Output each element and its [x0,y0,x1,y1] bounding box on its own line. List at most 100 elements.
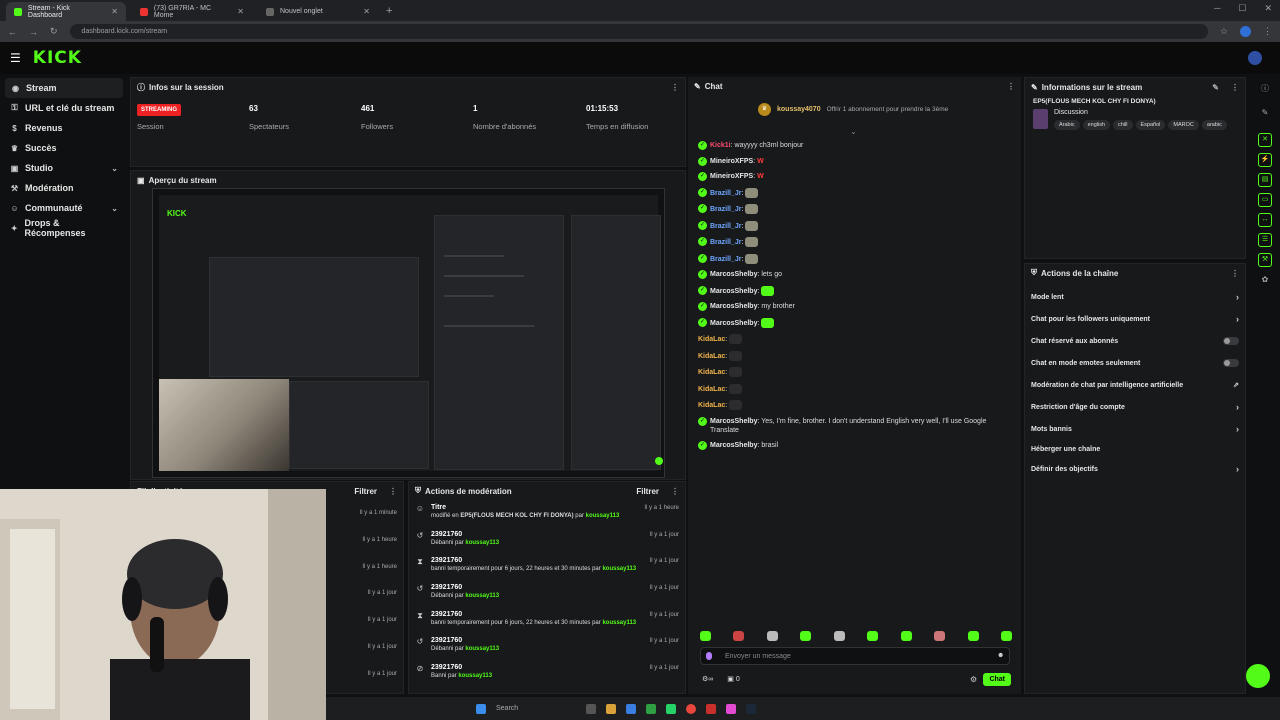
close-icon[interactable]: ✕ [111,7,118,16]
kebab-menu-icon[interactable]: ⋮ [1007,82,1015,91]
emote-picker-icon[interactable] [700,631,711,641]
info-icon[interactable]: ⓘ [1250,83,1280,94]
chat-message[interactable]: KidaLac: [698,350,1008,361]
chat-message[interactable]: ✓ Brazill_Jr: [698,237,1008,247]
stream-tag[interactable]: english [1082,120,1111,130]
maximize-icon[interactable]: ☐ [1238,3,1246,14]
toggle-switch[interactable] [1223,337,1239,345]
chat-username[interactable]: KidaLac [698,369,725,376]
pdf-icon[interactable] [706,703,716,714]
url-input[interactable]: dashboard.kick.com/stream [69,24,1208,39]
chat-username[interactable]: KidaLac [698,402,725,409]
moderation-row[interactable]: ↺ 23921760 Débanni par koussay113 Il y a 1 … [409,580,685,607]
toggle-switch[interactable] [1223,359,1239,367]
chat-message[interactable]: ✓ Kick1i: wayyyy ch3ml bonjour [698,141,1008,150]
chat-message[interactable]: ✓ MarcosShelby: [698,317,1008,328]
palette-icon[interactable]: ✿ [1250,275,1280,284]
chrome-icon[interactable] [686,703,696,714]
channel-action-item[interactable]: Restriction d'âge du compte › [1025,396,1245,418]
sidebar-item-6[interactable]: ☺ Communauté ⌄ [0,198,128,218]
chat-username[interactable]: Brazill_Jr [710,222,742,229]
settings-gear-icon[interactable]: ⚙ [970,675,977,684]
chat-username[interactable]: KidaLac [698,385,725,392]
profile-icon[interactable] [1240,26,1251,37]
emote-picker-icon[interactable] [934,631,946,641]
widget-icon[interactable]: ✕ [1258,133,1272,147]
menu-dots-icon[interactable]: ⋮ [1263,26,1272,37]
chat-message[interactable]: ✓ MarcosShelby: brasil [698,441,1008,450]
browser-tab-1[interactable]: (73) GR7RIA - MC Mome ✕ [132,2,252,21]
moderator-name[interactable]: koussay113 [586,513,620,519]
chat-message[interactable]: KidaLac: [698,400,1008,410]
emote-picker-icon[interactable] [867,631,879,641]
kick-logo[interactable]: KICK [33,48,82,68]
steam-icon[interactable] [746,703,756,714]
stream-tag[interactable]: MAROC [1168,120,1199,130]
browser-tab-2[interactable]: Nouvel onglet ✕ [258,2,378,21]
chat-username[interactable]: KidaLac [698,352,725,359]
chevron-down-icon[interactable]: ⌄ [111,164,118,173]
chat-message-input[interactable]: Envoyer un message [700,647,1010,665]
app-icon[interactable] [646,703,656,714]
moderation-row[interactable]: ⧗ 23921760 banni temporairement pour 6 jou… [409,607,685,634]
tools-icon[interactable]: ⚒ [1258,253,1272,267]
bookmark-star-icon[interactable]: ☆ [1220,26,1228,37]
whatsapp-icon[interactable] [666,703,676,714]
file-explorer-icon[interactable] [606,703,616,714]
chat-message[interactable]: ✓ Brazill_Jr: [698,220,1008,231]
emote-picker-icon[interactable] [967,631,979,641]
stream-tag[interactable]: arabic [1201,120,1227,130]
chevron-down-icon[interactable]: ⌄ [111,204,118,213]
back-icon[interactable]: ← [8,27,17,37]
media-icon[interactable] [726,703,736,714]
bookmark-count[interactable]: ▣ 0 [727,675,739,683]
chat-username[interactable]: MineiroXFPS [710,158,753,165]
moderator-name[interactable]: koussay113 [465,593,499,599]
chevron-down-icon[interactable]: ⌄ [850,127,857,136]
chat-message[interactable]: ✓ Brazill_Jr: [698,187,1008,198]
sidebar-item-0[interactable]: ◉ Stream [5,78,123,98]
chat-message[interactable]: ✓ MarcosShelby: my brother [698,302,1008,311]
chat-message[interactable]: ✓ MineiroXFPS: W [698,156,1008,166]
channel-action-item[interactable]: Modération de chat par intelligence arti… [1025,374,1245,396]
moderation-row[interactable]: ↺ 23921760 Débanni par koussay113 Il y a 1 … [409,527,685,554]
emote-picker-icon[interactable] [900,631,912,641]
chat-message[interactable]: KidaLac: [698,367,1008,377]
moderator-name[interactable]: koussay113 [602,620,636,626]
chat-username[interactable]: KidaLac [698,336,725,343]
moderation-row[interactable]: ☺ Titre modifié en EP5(FLOUS MECH KOL CHY … [409,500,685,527]
external-link-icon[interactable]: ⇗ [1233,381,1239,389]
mic-icon[interactable] [706,652,712,660]
minimize-icon[interactable]: ─ [1214,3,1220,14]
chat-message[interactable]: ✓ MarcosShelby: lets go [698,270,1008,279]
close-icon[interactable]: ✕ [363,7,370,16]
channel-action-item[interactable]: Chat pour les followers uniquement › [1025,308,1245,330]
reload-icon[interactable]: ↻ [50,26,58,37]
forward-icon[interactable]: → [29,27,38,37]
moderation-row[interactable]: ⧗ 23921760 banni temporairement pour 6 jou… [409,553,685,580]
emote-picker-icon[interactable] [800,631,812,641]
document-icon[interactable]: ▤ [1258,173,1272,187]
kebab-menu-icon[interactable]: ⋮ [671,83,679,92]
chat-username[interactable]: MineiroXFPS [710,173,753,180]
stream-tag[interactable]: Arabic [1054,120,1080,130]
stream-tag[interactable]: Español [1135,120,1166,130]
chat-username[interactable]: MarcosShelby [710,319,757,326]
chat-message[interactable]: KidaLac: [698,334,1008,344]
chat-username[interactable]: MarcosShelby [710,287,757,294]
channel-action-item[interactable]: Définir des objectifs › [1025,458,1245,480]
send-chat-button[interactable]: Chat [983,673,1011,686]
kebab-menu-icon[interactable]: ⋮ [1231,83,1239,92]
close-icon[interactable]: ✕ [237,7,244,16]
chat-username[interactable]: Brazill_Jr [710,206,742,213]
list-icon[interactable]: ☰ [1258,233,1272,247]
chat-username[interactable]: Brazill_Jr [710,189,742,196]
chevron-right-icon[interactable]: › [1236,292,1239,302]
help-fab-button[interactable] [1246,664,1270,688]
chat-message[interactable]: ✓ Brazill_Jr: [698,253,1008,264]
kebab-menu-icon[interactable]: ⋮ [1231,269,1239,278]
lightning-icon[interactable]: ⚡ [1258,153,1272,167]
moderator-name[interactable]: koussay113 [465,646,499,652]
chevron-right-icon[interactable]: › [1236,464,1239,474]
chat-username[interactable]: MarcosShelby [710,442,757,449]
